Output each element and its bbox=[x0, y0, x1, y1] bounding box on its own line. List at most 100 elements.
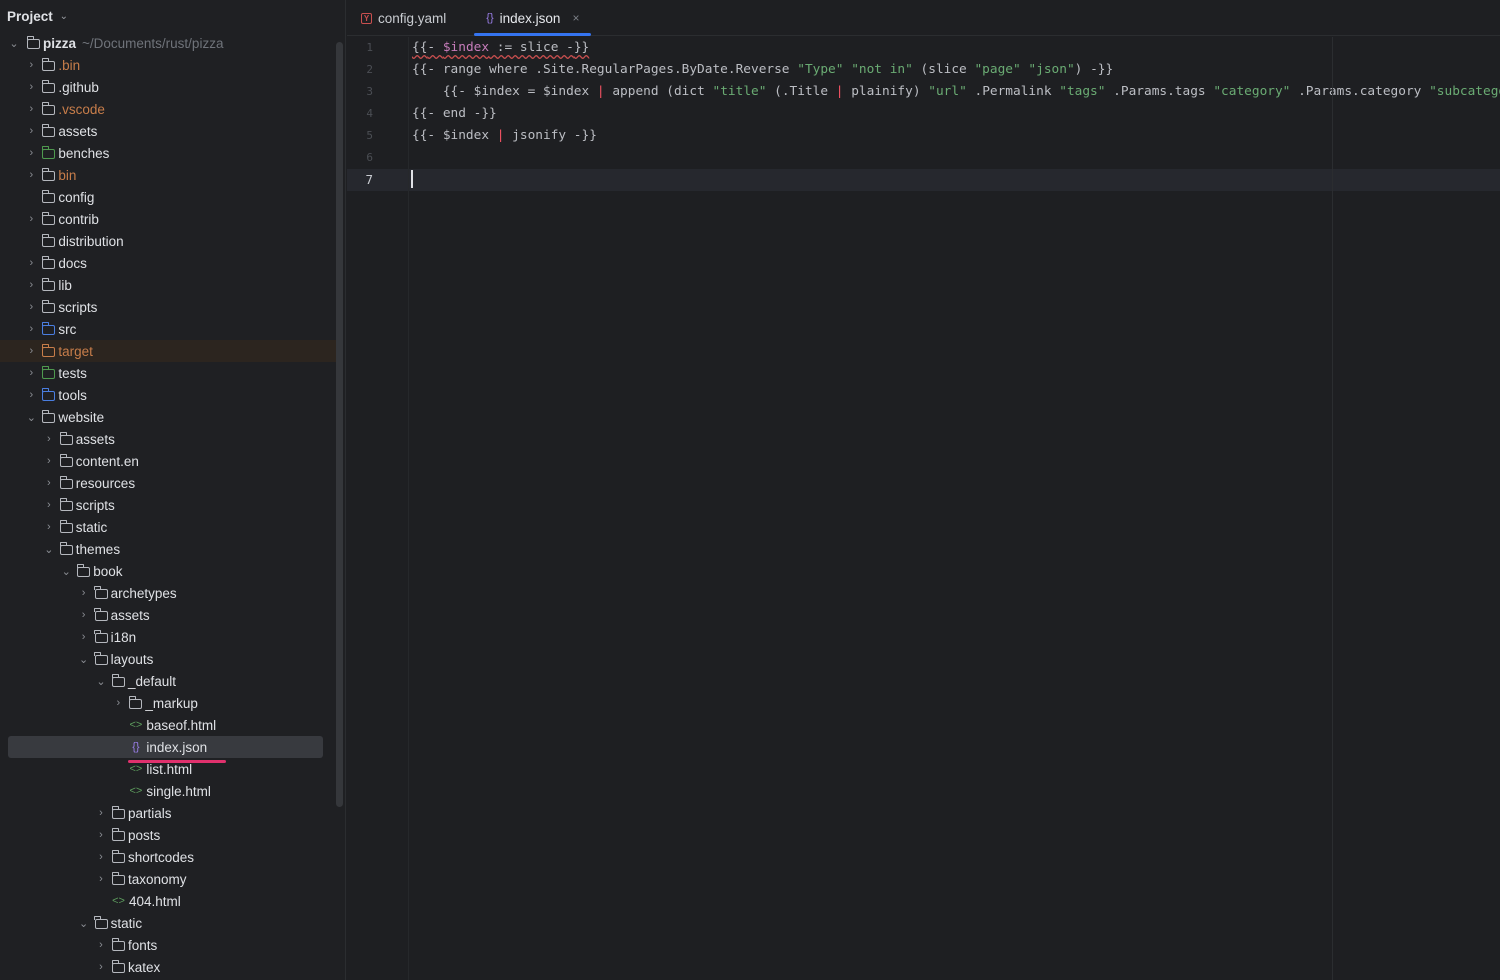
close-tab-icon[interactable]: × bbox=[572, 11, 579, 25]
tree-item-partials[interactable]: › partials bbox=[0, 802, 336, 824]
chevron-right-icon[interactable]: › bbox=[25, 301, 37, 313]
code-line[interactable]: {{- end -}} bbox=[409, 103, 1500, 125]
tree-item-themes[interactable]: ⌄ themes bbox=[0, 538, 336, 560]
chevron-right-icon[interactable]: › bbox=[25, 345, 37, 357]
tree-item-taxonomy[interactable]: › taxonomy bbox=[0, 868, 336, 890]
tree-item-static[interactable]: › static bbox=[0, 516, 336, 538]
chevron-right-icon[interactable]: › bbox=[25, 213, 37, 225]
code-token: jsonify -}} bbox=[504, 128, 597, 143]
code-line[interactable] bbox=[409, 147, 1500, 169]
code-line[interactable]: {{- $index := slice -}} bbox=[409, 37, 1500, 59]
chevron-down-icon[interactable]: ⌄ bbox=[25, 411, 37, 424]
chevron-right-icon[interactable]: › bbox=[43, 455, 55, 467]
folder-icon bbox=[111, 872, 125, 885]
tree-item-tools[interactable]: › tools bbox=[0, 384, 336, 406]
tree-item-posts[interactable]: › posts bbox=[0, 824, 336, 846]
chevron-right-icon[interactable]: › bbox=[25, 279, 37, 291]
code-line[interactable]: {{- range where .Site.RegularPages.ByDat… bbox=[409, 59, 1500, 81]
tree-item-label: single.html bbox=[146, 783, 211, 799]
chevron-right-icon[interactable]: › bbox=[95, 873, 107, 885]
tree-root-pizza[interactable]: ⌄ pizza ~/Documents/rust/pizza bbox=[0, 32, 336, 54]
tree-item-vscode[interactable]: › .vscode bbox=[0, 98, 336, 120]
code-token: "not in" bbox=[851, 62, 913, 77]
chevron-right-icon[interactable]: › bbox=[95, 829, 107, 841]
chevron-down-icon[interactable]: ⌄ bbox=[43, 543, 55, 556]
chevron-right-icon[interactable]: › bbox=[25, 367, 37, 379]
chevron-right-icon[interactable]: › bbox=[25, 389, 37, 401]
tree-item-shortcodes[interactable]: › shortcodes bbox=[0, 846, 336, 868]
tree-item-markup[interactable]: › _markup bbox=[0, 692, 336, 714]
tree-item-contrib[interactable]: › contrib bbox=[0, 208, 336, 230]
folder-icon bbox=[26, 36, 40, 49]
chevron-right-icon[interactable]: › bbox=[112, 697, 124, 709]
tree-item-layouts[interactable]: ⌄ layouts bbox=[0, 648, 336, 670]
chevron-right-icon[interactable]: › bbox=[43, 499, 55, 511]
tree-item-index-json[interactable]: {} index.json bbox=[8, 736, 323, 758]
code-editor[interactable]: {{- $index := slice -}} {{- range where .… bbox=[409, 37, 1500, 980]
tree-item-tests[interactable]: › tests bbox=[0, 362, 336, 384]
chevron-right-icon[interactable]: › bbox=[95, 939, 107, 951]
chevron-right-icon[interactable]: › bbox=[43, 521, 55, 533]
chevron-right-icon[interactable]: › bbox=[95, 807, 107, 819]
chevron-right-icon[interactable]: › bbox=[25, 257, 37, 269]
tree-item-website[interactable]: ⌄ website bbox=[0, 406, 336, 428]
project-view-dropdown[interactable]: Project ⌄ bbox=[7, 9, 70, 24]
tree-item-content-en[interactable]: › content.en bbox=[0, 450, 336, 472]
chevron-right-icon[interactable]: › bbox=[95, 961, 107, 973]
code-token: | bbox=[596, 84, 605, 99]
chevron-down-icon[interactable]: ⌄ bbox=[8, 37, 20, 50]
chevron-down-icon[interactable]: ⌄ bbox=[95, 675, 107, 688]
tree-item-github[interactable]: › .github bbox=[0, 76, 336, 98]
tree-item-target[interactable]: › target bbox=[0, 340, 336, 362]
code-line[interactable]: {{- $index = $index | append (dict "titl… bbox=[409, 81, 1500, 103]
tree-item-katex[interactable]: › katex bbox=[0, 956, 336, 978]
chevron-right-icon[interactable]: › bbox=[95, 851, 107, 863]
tree-item-assets[interactable]: › assets bbox=[0, 120, 336, 142]
chevron-right-icon[interactable]: › bbox=[78, 609, 90, 621]
tree-item-404-html[interactable]: <> 404.html bbox=[0, 890, 336, 912]
chevron-down-icon[interactable]: ⌄ bbox=[60, 565, 72, 578]
chevron-right-icon[interactable]: › bbox=[43, 433, 55, 445]
tree-item-i18n[interactable]: › i18n bbox=[0, 626, 336, 648]
code-token: {{- end -}} bbox=[412, 106, 497, 121]
tree-item-scripts[interactable]: › scripts bbox=[0, 296, 336, 318]
tree-item-bin[interactable]: › bin bbox=[0, 164, 336, 186]
tree-item-archetypes[interactable]: › archetypes bbox=[0, 582, 336, 604]
chevron-right-icon[interactable]: › bbox=[78, 587, 90, 599]
chevron-right-icon[interactable]: › bbox=[78, 631, 90, 643]
chevron-right-icon[interactable]: › bbox=[43, 477, 55, 489]
tree-item-assets[interactable]: › assets bbox=[0, 604, 336, 626]
chevron-right-icon[interactable]: › bbox=[25, 323, 37, 335]
sidebar-scrollbar[interactable] bbox=[336, 42, 343, 807]
tree-item-config[interactable]: config bbox=[0, 186, 336, 208]
tree-item-static[interactable]: ⌄ static bbox=[0, 912, 336, 934]
tree-item-lib[interactable]: › lib bbox=[0, 274, 336, 296]
tree-item-book[interactable]: ⌄ book bbox=[0, 560, 336, 582]
chevron-down-icon[interactable]: ⌄ bbox=[78, 653, 90, 666]
tab-index-json[interactable]: {} index.json × bbox=[474, 0, 592, 36]
tree-item-baseof-html[interactable]: <> baseof.html bbox=[0, 714, 336, 736]
code-line[interactable]: {{- $index | jsonify -}} bbox=[409, 125, 1500, 147]
folder-icon bbox=[42, 146, 56, 159]
code-line[interactable] bbox=[409, 169, 1500, 191]
tree-item-distribution[interactable]: distribution bbox=[0, 230, 336, 252]
tree-item-bin[interactable]: › .bin bbox=[0, 54, 336, 76]
chevron-right-icon[interactable]: › bbox=[25, 125, 37, 137]
tree-item-default[interactable]: ⌄ _default bbox=[0, 670, 336, 692]
chevron-right-icon[interactable]: › bbox=[25, 147, 37, 159]
yaml-icon: Y bbox=[361, 12, 372, 24]
tree-item-scripts[interactable]: › scripts bbox=[0, 494, 336, 516]
chevron-right-icon[interactable]: › bbox=[25, 81, 37, 93]
tree-item-benches[interactable]: › benches bbox=[0, 142, 336, 164]
tree-item-assets[interactable]: › assets bbox=[0, 428, 336, 450]
chevron-right-icon[interactable]: › bbox=[25, 59, 37, 71]
tree-item-fonts[interactable]: › fonts bbox=[0, 934, 336, 956]
chevron-right-icon[interactable]: › bbox=[25, 103, 37, 115]
tree-item-src[interactable]: › src bbox=[0, 318, 336, 340]
tree-item-docs[interactable]: › docs bbox=[0, 252, 336, 274]
chevron-down-icon[interactable]: ⌄ bbox=[78, 917, 90, 930]
tree-item-single-html[interactable]: <> single.html bbox=[0, 780, 336, 802]
chevron-right-icon[interactable]: › bbox=[25, 169, 37, 181]
tab-config-yaml[interactable]: Yconfig.yaml bbox=[349, 0, 458, 36]
tree-item-resources[interactable]: › resources bbox=[0, 472, 336, 494]
